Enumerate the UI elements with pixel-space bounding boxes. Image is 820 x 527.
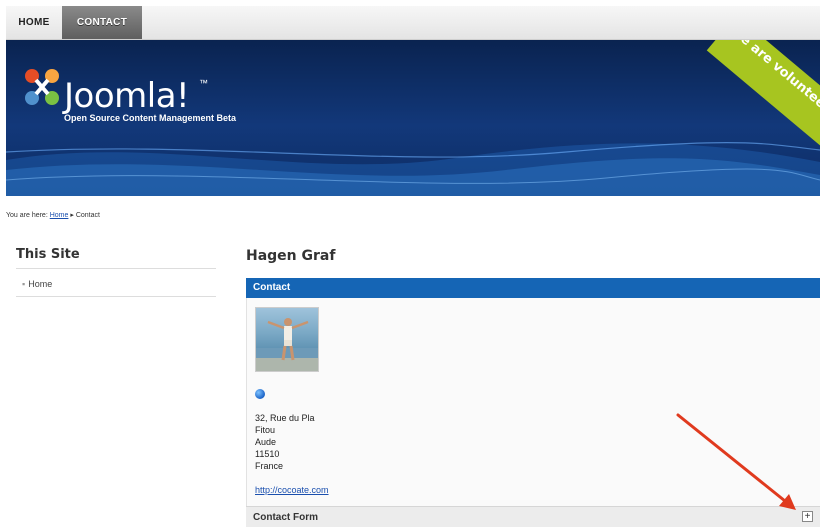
annotation-arrow: [676, 413, 796, 510]
